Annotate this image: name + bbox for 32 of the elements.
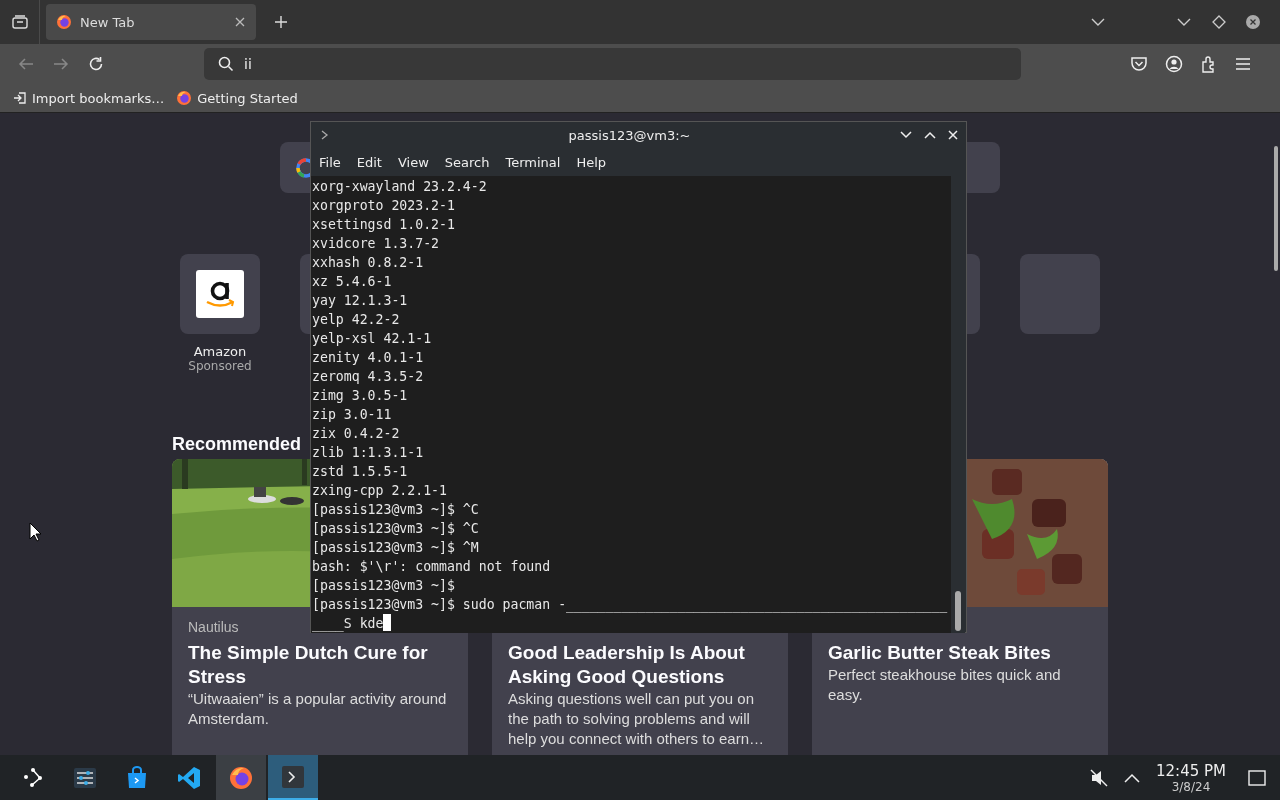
terminal-line: zlib 1:1.3.1-1 — [312, 445, 424, 460]
story-excerpt: “Uitwaaien” is a popular activity around Amsterdam. — [188, 689, 448, 729]
story-excerpt: Perfect steakhouse bites quick and easy. — [828, 665, 1062, 705]
terminal-line: xvidcore 1.3.7-2 — [312, 236, 440, 251]
story-source: Nautilus — [188, 619, 239, 637]
terminal-line: [passis123@vm3 ~]$ — [312, 578, 455, 593]
terminal-line: yay 12.1.3-1 — [312, 293, 408, 308]
story-excerpt: Asking questions well can put you on the path to solving problems and will help you connect with others to earn… — [508, 689, 765, 749]
terminal-line: bash: $'\r': command not found — [312, 559, 551, 574]
terminal-line: zix 0.4.2-2 — [312, 426, 400, 441]
terminal-line: xsettingsd 1.0.2-1 — [312, 217, 455, 232]
terminal-line: xorg-xwayland 23.2.4-2 — [312, 179, 487, 194]
terminal-line: [passis123@vm3 ~]$ ^M — [312, 540, 479, 555]
terminal-line: yelp 42.2-2 — [312, 312, 400, 327]
section-heading: Recommended — [172, 434, 302, 455]
address-text: ii — [244, 56, 252, 72]
terminal-line: zimg 3.0.5-1 — [312, 388, 408, 403]
terminal-line: zstd 1.5.5-1 — [312, 464, 408, 479]
terminal-line: zeromq 4.3.5-2 — [312, 369, 424, 384]
terminal-line: yelp-xsl 42.1-1 — [312, 331, 432, 346]
terminal-line: ____S kde — [312, 616, 384, 631]
terminal-line: zip 3.0-11 — [312, 407, 392, 422]
terminal-line: xorgproto 2023.2-1 — [312, 198, 455, 213]
terminal-line: [passis123@vm3 ~]$ ^C — [312, 521, 479, 536]
tab-title: New Tab — [80, 14, 136, 30]
terminal-line: xz 5.4.6-1 — [312, 274, 392, 289]
terminal-line: [passis123@vm3 ~]$ ^C — [312, 502, 479, 517]
window-title: passis123@vm3:~ — [567, 127, 692, 143]
terminal-line: zenity 4.0.1-1 — [312, 350, 424, 365]
sponsored-label: Sponsored — [188, 359, 252, 373]
terminal-line: xxhash 0.8.2-1 — [312, 255, 424, 270]
terminal-line: zxing-cpp 2.2.1-1 — [312, 483, 447, 498]
